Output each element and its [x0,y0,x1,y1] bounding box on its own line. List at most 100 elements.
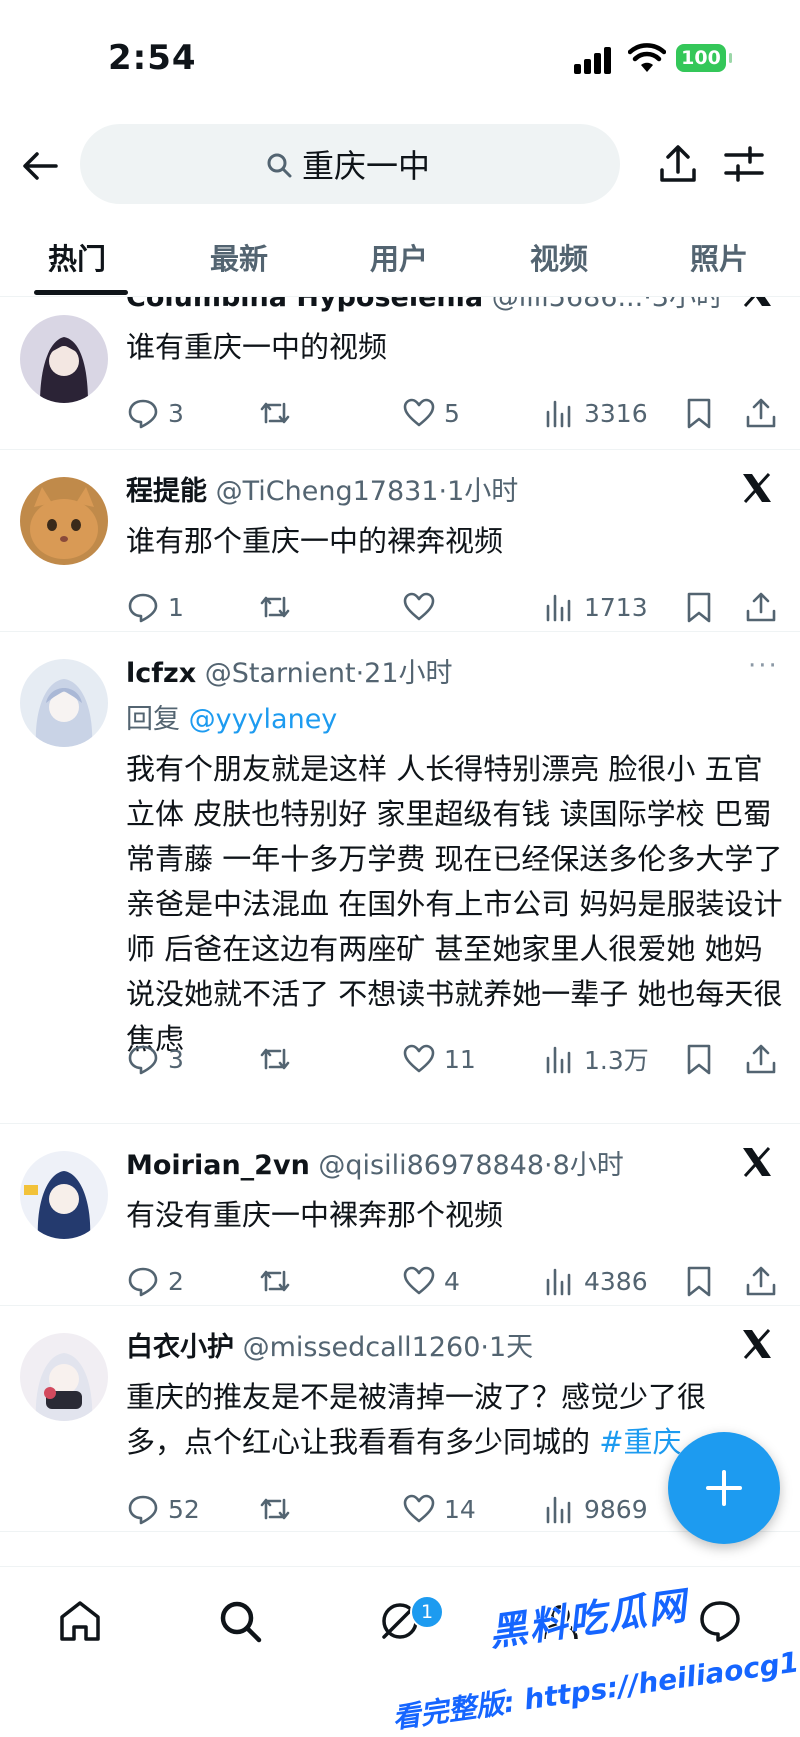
like-button[interactable] [402,587,444,627]
like-button[interactable]: 11 [402,1039,476,1079]
tab-top[interactable]: 热门 [48,236,106,278]
compose-post-button[interactable] [668,1432,780,1544]
reply-button[interactable]: 3 [126,393,184,433]
repost-button[interactable] [258,587,292,627]
tab-videos[interactable]: 视频 [530,236,588,278]
share-icon [746,1044,776,1074]
bookmark-button[interactable] [682,1039,716,1079]
heart-icon [403,592,435,621]
tweet-author[interactable]: 白衣小护 @missedcall1260·1天 [126,1325,533,1364]
handle: @lili5686... [491,297,644,313]
back-arrow-icon[interactable] [20,146,60,186]
bookmark-icon [687,1266,711,1297]
avatar[interactable] [20,477,108,565]
reply-button[interactable]: 1 [126,587,184,627]
cellular-signal-icon [574,46,614,74]
like-button[interactable]: 5 [402,393,460,433]
views-button[interactable]: 9869 [542,1489,648,1529]
search-tabs: 热门 最新 用户 视频 照片 [0,216,800,297]
repost-button[interactable] [258,1489,292,1529]
reply-button[interactable]: 3 [126,1039,184,1079]
repost-button[interactable] [258,1261,292,1301]
active-tab-indicator [34,290,128,295]
x-logo-icon[interactable] [740,1327,774,1361]
view-count: 9869 [584,1494,648,1524]
views-button[interactable]: 3316 [542,393,648,433]
home-icon[interactable] [56,1597,104,1645]
display-name: 白衣小护 [126,1332,234,1363]
like-count: 14 [444,1494,476,1524]
tweet-actions: 2 4 4386 [126,1261,786,1301]
repost-icon [260,402,290,424]
tweet-author[interactable]: lcfzx @Starnient·21小时 [126,651,453,690]
tweet-actions: 1 1713 [126,587,786,627]
handle: @qisili86978848 [318,1150,545,1181]
timestamp: ·1天 [480,1332,534,1363]
analytics-icon [546,594,571,622]
reply-icon [128,1045,158,1075]
tweet-author[interactable]: Columbina Hyposelenia @lili5686...·3小时 [126,297,723,314]
avatar[interactable] [20,1151,108,1239]
share-button[interactable] [744,587,778,627]
bookmark-button[interactable] [682,1261,716,1301]
like-count: 11 [444,1044,476,1074]
timestamp: ·8小时 [544,1150,624,1181]
x-logo-icon[interactable] [740,471,774,505]
bookmark-icon [687,1044,711,1075]
repost-button[interactable] [258,1039,292,1079]
view-count: 1713 [584,592,648,622]
bookmark-button[interactable] [682,587,716,627]
share-icon[interactable] [656,142,700,186]
more-icon[interactable]: ··· [748,651,779,681]
views-button[interactable]: 1713 [542,587,648,627]
watermark-overlay: 黑料吃瓜网 看完整版: https://heiliaocg16.com [380,1580,800,1735]
views-button[interactable]: 4386 [542,1261,648,1301]
handle: @TiCheng17831 [215,476,439,507]
tab-people[interactable]: 用户 [370,236,428,278]
share-button[interactable] [744,393,778,433]
tweet[interactable]: Columbina Hyposelenia @lili5686...·3小时 谁… [0,297,800,450]
avatar[interactable] [20,659,108,747]
avatar[interactable] [20,1333,108,1421]
search-icon [267,153,292,178]
repost-icon [260,1270,290,1292]
search-icon[interactable] [216,1597,264,1645]
reply-context: 回复 @yyylaney [126,697,337,736]
x-logo-icon[interactable] [740,1145,774,1179]
status-bar: 2:54 100 [0,0,800,110]
handle: @Starnient [204,658,356,689]
reply-count: 1 [168,592,184,622]
share-button[interactable] [744,1039,778,1079]
bookmark-icon [687,592,711,623]
reply-button[interactable]: 2 [126,1261,184,1301]
share-button[interactable] [744,1261,778,1301]
repost-button[interactable] [258,393,292,433]
share-icon [746,398,776,428]
bookmark-button[interactable] [682,393,716,433]
tweet-text: 谁有那个重庆一中的裸奔视频 [126,524,504,558]
reply-button[interactable]: 52 [126,1489,200,1529]
heart-icon [403,1266,435,1295]
tweet[interactable]: Moirian_2vn @qisili86978848·8小时 有没有重庆一中裸… [0,1123,800,1306]
tweet-author[interactable]: Moirian_2vn @qisili86978848·8小时 [126,1143,624,1182]
repost-icon [260,1498,290,1520]
tweet-author[interactable]: 程提能 @TiCheng17831·1小时 [126,469,518,508]
filter-settings-icon[interactable] [722,142,766,186]
views-button[interactable]: 1.3万 [542,1039,649,1079]
tab-latest[interactable]: 最新 [210,236,268,278]
tweet[interactable]: lcfzx @Starnient·21小时 ··· 回复 @yyylaney 我… [0,631,800,1124]
tweet[interactable]: 程提能 @TiCheng17831·1小时 谁有那个重庆一中的裸奔视频 1 17… [0,449,800,632]
like-button[interactable]: 14 [402,1489,476,1529]
repost-icon [260,1048,290,1070]
search-input[interactable]: 重庆一中 [80,124,620,204]
reply-prefix: 回复 [126,704,180,735]
search-results-feed[interactable]: Columbina Hyposelenia @lili5686...·3小时 谁… [0,297,800,1565]
reply-mention-link[interactable]: @yyylaney [189,704,338,735]
like-button[interactable]: 4 [402,1261,460,1301]
tweet-text: 有没有重庆一中裸奔那个视频 [126,1198,504,1232]
avatar[interactable] [20,315,108,403]
hashtag-link[interactable]: #重庆 [599,1425,681,1459]
x-logo-icon[interactable] [740,297,774,309]
tab-photos[interactable]: 照片 [690,236,748,278]
analytics-icon [546,1496,571,1524]
